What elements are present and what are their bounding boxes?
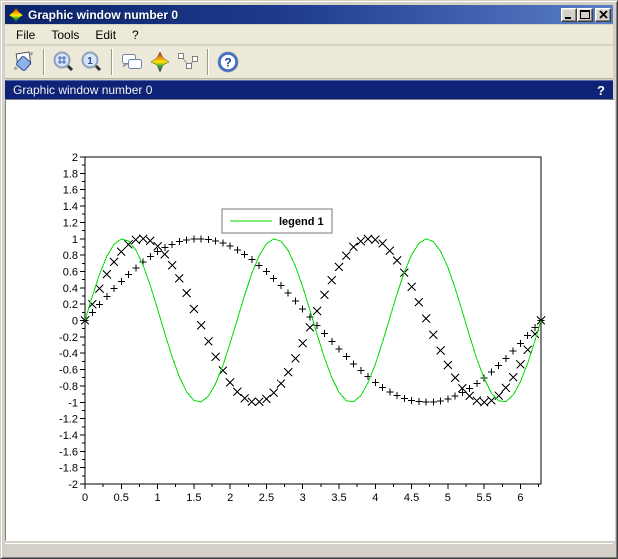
status-bar [5, 543, 613, 556]
original-view-icon: 1 [80, 50, 104, 74]
help-button[interactable]: ? [214, 48, 242, 76]
rotate-button[interactable] [10, 48, 38, 76]
y-tick-label: 1.2 [63, 217, 78, 229]
toolbar-separator [43, 49, 45, 75]
x-tick-label: 1.5 [186, 492, 201, 504]
y-tick-label: -1.8 [59, 463, 78, 475]
x-tick-label: 5.5 [477, 492, 492, 504]
graphic-window: Graphic window number 0 File Tools Edit … [0, 0, 618, 559]
y-tick-label: -1.4 [59, 430, 78, 442]
y-tick-label: 0.6 [63, 266, 78, 278]
plot-canvas[interactable]: 0 0.5 1 1.5 2 2.5 3 3.5 4 4.5 5 5.5 6 2 1.8 1.6 1.4 1.2 1 0… [6, 100, 614, 540]
help-icon: ? [216, 50, 240, 74]
x-tick-label: 6 [517, 492, 523, 504]
x-tick-label: 3.5 [331, 492, 346, 504]
info-message: Graphic window number 0 [13, 83, 597, 97]
svg-text:1: 1 [87, 56, 93, 67]
x-tick-label: 3 [300, 492, 306, 504]
y-tick-label: 0.2 [63, 299, 78, 311]
y-tick-label: 1.8 [63, 168, 78, 180]
y-tick-label: 0 [72, 316, 78, 328]
close-icon [599, 10, 608, 19]
x-tick-label: 0.5 [114, 492, 129, 504]
x-tick-label: 2.5 [259, 492, 274, 504]
axis-labels: 0 0.5 1 1.5 2 2.5 3 3.5 4 4.5 5 5.5 6 2 1.8 1.6 1.4 1.2 1 0… [59, 152, 523, 504]
figure-editor-button[interactable] [118, 48, 146, 76]
plot-client-area: 0 0.5 1 1.5 2 2.5 3 3.5 4 4.5 5 5.5 6 2 1.8 1.6 1.4 1.2 1 0… [5, 99, 615, 541]
y-tick-label: -1 [68, 397, 78, 409]
colormap-icon [148, 50, 172, 74]
title-bar[interactable]: Graphic window number 0 [5, 5, 613, 24]
x-tick-label: 5 [445, 492, 451, 504]
menu-file[interactable]: File [8, 26, 43, 44]
y-tick-label: 0.4 [63, 283, 78, 295]
y-tick-label: 1.6 [63, 185, 78, 197]
legend: legend 1 [222, 209, 332, 233]
maximize-icon [580, 10, 590, 19]
y-tick-label: -0.6 [59, 365, 78, 377]
x-tick-label: 4.5 [404, 492, 419, 504]
toolbar-separator [111, 49, 113, 75]
menu-edit[interactable]: Edit [87, 26, 124, 44]
rotate-icon [12, 50, 36, 74]
menu-bar: File Tools Edit ? [5, 25, 613, 45]
colormap-button[interactable] [146, 48, 174, 76]
info-help-icon[interactable]: ? [597, 83, 605, 98]
y-tick-label: -0.8 [59, 381, 78, 393]
original-view-button[interactable]: 1 [78, 48, 106, 76]
x-tick-label: 1 [155, 492, 161, 504]
y-tick-label: -1.2 [59, 414, 78, 426]
window-title: Graphic window number 0 [28, 8, 561, 22]
x-tick-label: 4 [372, 492, 378, 504]
series-sin(3x) [85, 239, 541, 402]
y-tick-label: -0.4 [59, 348, 78, 360]
y-tick-label: -2 [68, 479, 78, 491]
minimize-icon [564, 10, 574, 19]
y-tick-label: 0.8 [63, 250, 78, 262]
info-bar: Graphic window number 0 ? [5, 80, 613, 99]
toolbar: 1 [5, 46, 613, 79]
y-tick-label: -0.2 [59, 332, 78, 344]
menu-tools[interactable]: Tools [43, 26, 87, 44]
toolbar-separator [207, 49, 209, 75]
scilab-logo-icon [9, 8, 23, 22]
zoom-area-icon [52, 50, 76, 74]
datatips-icon [176, 50, 200, 74]
svg-text:?: ? [224, 56, 231, 70]
x-tick-label: 0 [82, 492, 88, 504]
y-tick-label: 2 [72, 152, 78, 164]
y-tick-label: 1 [72, 234, 78, 246]
legend-label: legend 1 [279, 216, 324, 228]
datatips-button[interactable] [174, 48, 202, 76]
figure-editor-icon [120, 50, 144, 74]
maximize-button[interactable] [577, 8, 593, 22]
menu-help[interactable]: ? [124, 26, 147, 44]
zoom-area-button[interactable] [50, 48, 78, 76]
y-tick-label: 1.4 [63, 201, 78, 213]
axes [80, 157, 541, 489]
x-tick-label: 2 [227, 492, 233, 504]
y-tick-label: -1.6 [59, 446, 78, 458]
minimize-button[interactable] [561, 8, 577, 22]
close-button[interactable] [595, 8, 611, 22]
